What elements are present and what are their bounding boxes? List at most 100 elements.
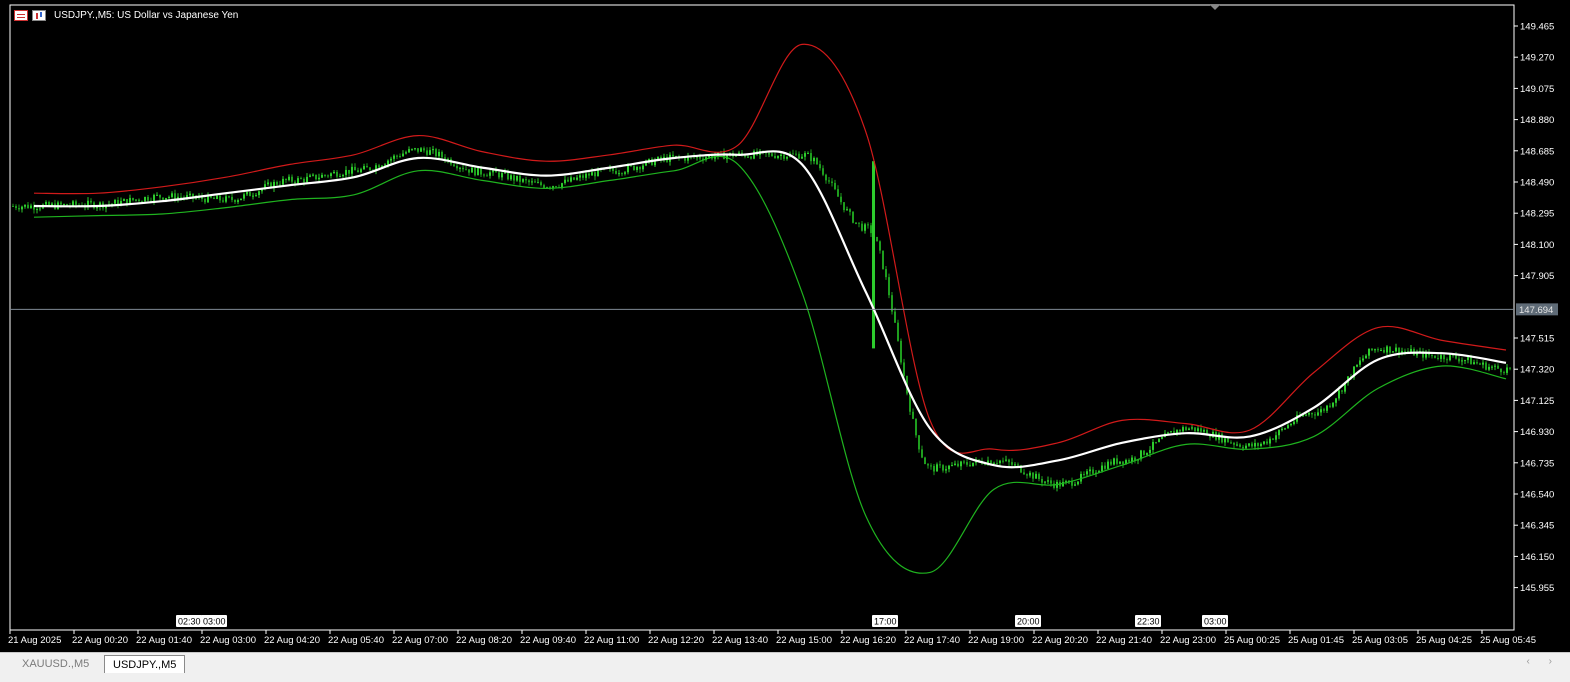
- candle-body: [123, 199, 125, 201]
- candle-body: [1437, 357, 1439, 359]
- candle-body: [786, 156, 788, 159]
- candle-body: [855, 222, 857, 224]
- candle-body: [1434, 355, 1436, 358]
- candle-body: [1311, 412, 1313, 415]
- candle-body: [1458, 358, 1460, 362]
- candle-body: [1161, 437, 1163, 439]
- time-label: 21 Aug 2025: [8, 635, 61, 646]
- candle-body: [114, 199, 116, 204]
- candle-body: [276, 181, 278, 185]
- candle-body: [1383, 349, 1385, 353]
- candle-body: [519, 175, 521, 182]
- candle-body: [204, 198, 206, 203]
- candle-body: [540, 182, 542, 186]
- lower-band-line: [33, 155, 1507, 574]
- candle-body: [1143, 450, 1145, 455]
- candle-body: [225, 196, 227, 202]
- time-label: 22 Aug 09:40: [520, 635, 576, 646]
- candle-body: [888, 277, 890, 296]
- candle-body: [615, 170, 617, 174]
- candle-body: [1257, 443, 1259, 446]
- candle-body: [63, 204, 65, 206]
- candle-body: [1146, 453, 1148, 455]
- candle-body: [1338, 390, 1340, 399]
- candle-body: [1362, 358, 1364, 361]
- candle-body: [468, 169, 470, 173]
- spike-candle: [872, 161, 875, 349]
- candle-body: [885, 269, 887, 278]
- candle-body: [567, 179, 569, 182]
- candle-body: [297, 178, 299, 184]
- candle-body: [1197, 428, 1199, 432]
- chart-table-icon[interactable]: [14, 9, 28, 21]
- candle-body: [168, 196, 170, 198]
- candle-body: [417, 148, 419, 152]
- candle-body: [594, 172, 596, 177]
- symbol-title: USDJPY.,M5: US Dollar vs Japanese Yen: [54, 9, 239, 21]
- candle-body: [774, 156, 776, 158]
- candle-body: [1182, 427, 1184, 432]
- candle-body: [342, 174, 344, 177]
- candle-body: [411, 148, 413, 150]
- candle-body: [1263, 441, 1265, 444]
- candle-body: [1473, 362, 1475, 365]
- candle-body: [348, 169, 350, 174]
- candle-body: [1041, 478, 1043, 483]
- candle-body: [531, 181, 533, 183]
- price-label: 146.540: [1520, 490, 1554, 501]
- candle-body: [588, 173, 590, 176]
- candle-body: [1374, 349, 1376, 351]
- candle-body: [258, 191, 260, 196]
- candle-body: [459, 167, 461, 169]
- candle-body: [990, 460, 992, 464]
- candle-body: [330, 173, 332, 177]
- candle-body: [369, 167, 371, 170]
- chart-window[interactable]: 149.465 149.270 149.075 148.880 148.685 148.4…: [0, 0, 1570, 652]
- candle-body: [75, 201, 77, 205]
- candle-body: [1119, 461, 1121, 464]
- tab-usdjpy[interactable]: USDJPY.,M5: [104, 655, 186, 673]
- candle-body: [864, 224, 866, 231]
- candle-body: [924, 457, 926, 465]
- candle-body: [90, 200, 92, 203]
- chart-shift-icon[interactable]: [1210, 5, 1220, 10]
- candle-body: [27, 204, 29, 209]
- session-marker-label: 03:00: [1204, 617, 1227, 627]
- time-label: 22 Aug 07:00: [392, 635, 448, 646]
- candle-body: [1467, 357, 1469, 361]
- tab-scroll-arrows[interactable]: ‹ ›: [1527, 656, 1560, 667]
- candle-body: [561, 183, 563, 188]
- candle-body: [213, 197, 215, 200]
- candle-body: [573, 177, 575, 180]
- candle-body: [1116, 458, 1118, 464]
- candle-body: [453, 164, 455, 167]
- price-chart[interactable]: 149.465 149.270 149.075 148.880 148.685 148.4…: [0, 0, 1570, 652]
- candle-body: [882, 250, 884, 270]
- tab-xauusd[interactable]: XAUUSD.,M5: [14, 655, 97, 673]
- candle-body: [363, 166, 365, 170]
- candle-body: [1248, 443, 1250, 446]
- candle-body: [1254, 443, 1256, 447]
- candle-body: [135, 199, 137, 201]
- candle-body: [1440, 355, 1442, 359]
- candle-body: [1314, 414, 1316, 416]
- candle-body: [1122, 461, 1124, 465]
- candle-body: [1326, 405, 1328, 411]
- candle-body: [165, 197, 167, 200]
- candle-body: [429, 150, 431, 155]
- candle-body: [1032, 472, 1034, 479]
- candle-body: [1269, 438, 1271, 444]
- candle-body: [1107, 461, 1109, 469]
- candle-body: [216, 195, 218, 200]
- candle-body: [1479, 363, 1481, 365]
- candle-body: [396, 155, 398, 157]
- candle-body: [1077, 481, 1079, 485]
- candle-body: [300, 178, 302, 180]
- time-label: 22 Aug 12:20: [648, 635, 704, 646]
- time-label: 22 Aug 16:20: [840, 635, 896, 646]
- candlestick-chart-icon[interactable]: [32, 9, 46, 21]
- candle-body: [489, 172, 491, 176]
- candle-body: [1101, 465, 1103, 472]
- candle-body: [408, 149, 410, 153]
- candle-body: [483, 174, 485, 176]
